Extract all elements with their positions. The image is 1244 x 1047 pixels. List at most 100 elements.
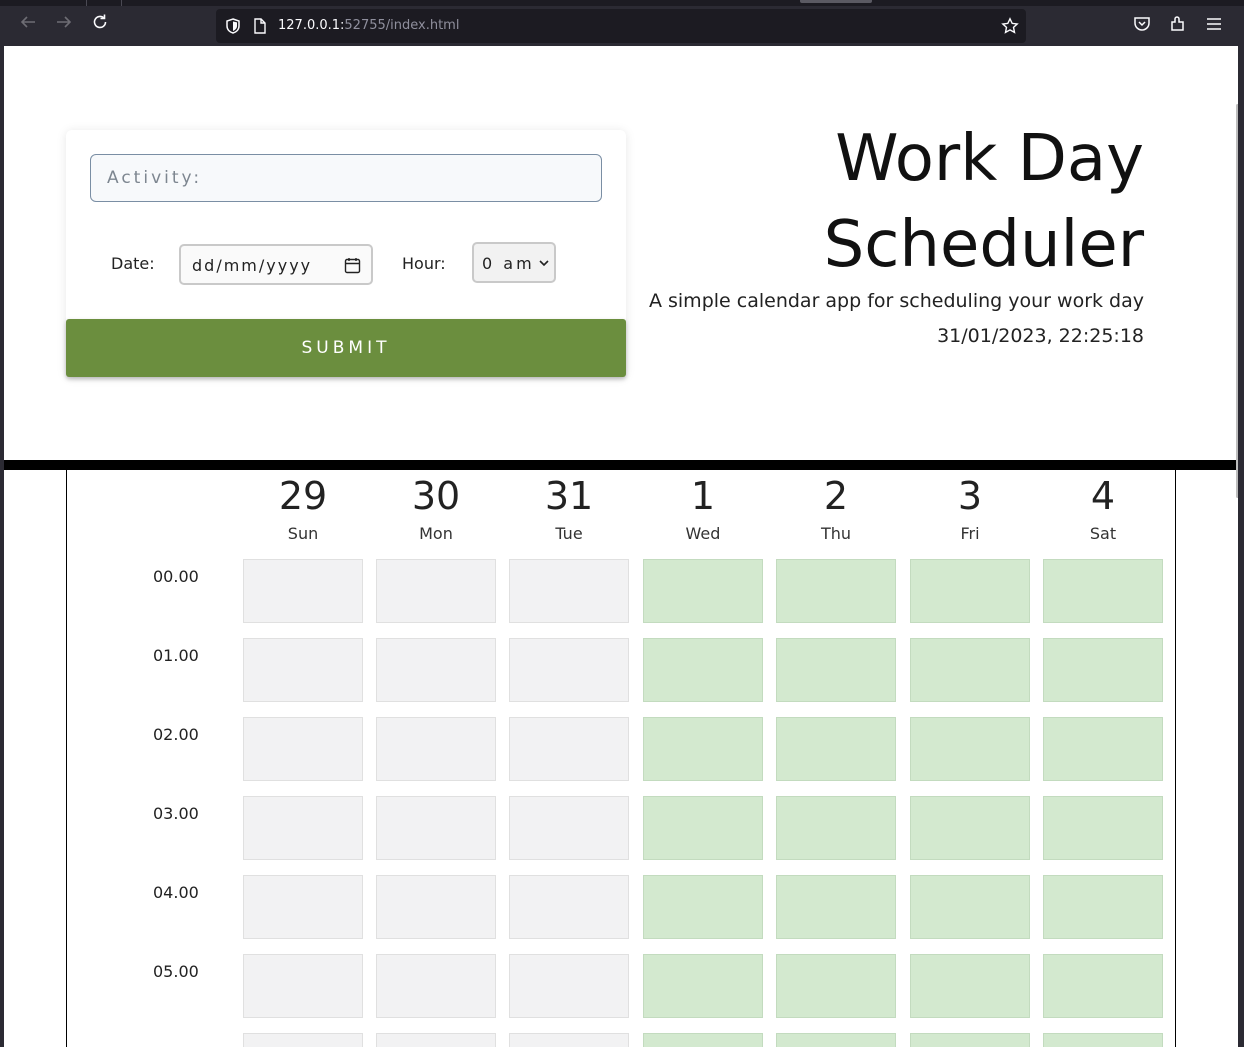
time-slot[interactable] [1043,796,1163,860]
time-slot[interactable] [243,638,363,702]
time-slot[interactable] [776,717,896,781]
time-slot[interactable] [376,1033,496,1047]
day-number: 1 [690,474,716,518]
time-slot[interactable] [776,954,896,1018]
time-slot[interactable] [643,875,763,939]
time-slot[interactable] [1043,638,1163,702]
hour-label: 04.00 [153,883,199,902]
time-slot[interactable] [776,638,896,702]
date-input[interactable]: dd/mm/yyyy [179,244,373,285]
time-slot[interactable] [910,638,1030,702]
time-slot[interactable] [243,1033,363,1047]
current-datetime: 31/01/2023, 22:25:18 [937,325,1144,347]
day-number: 29 [278,474,328,518]
time-slot[interactable] [376,559,496,623]
hour-value: 0 am [482,254,535,273]
time-slot[interactable] [910,717,1030,781]
page-icon[interactable] [251,17,269,35]
day-name: Tue [555,524,583,543]
time-slot[interactable] [643,717,763,781]
day-header: 4 Sat [1043,470,1163,546]
day-name: Fri [960,524,980,543]
time-slot[interactable] [509,954,629,1018]
day-name: Thu [820,524,852,543]
time-slot[interactable] [910,954,1030,1018]
time-slot[interactable] [243,717,363,781]
time-slot[interactable] [910,875,1030,939]
time-slot[interactable] [376,875,496,939]
time-slot[interactable] [509,875,629,939]
time-slot[interactable] [1043,954,1163,1018]
tab-separator [86,0,87,6]
vertical-scrollbar[interactable] [1236,104,1238,498]
time-slot[interactable] [910,559,1030,623]
time-slot[interactable] [776,1033,896,1047]
time-slot[interactable] [643,796,763,860]
activity-form: Date: dd/mm/yyyy Hour: 0 am SUBMIT [66,130,626,377]
shield-icon[interactable] [224,17,242,35]
hour-label: 00.00 [153,567,199,586]
hour-label: 05.00 [153,962,199,981]
url-host: 127.0.0.1: [278,18,345,33]
time-slot[interactable] [376,717,496,781]
day-name: Mon [419,524,453,543]
title-line-1: Work Day [835,122,1144,196]
time-slot[interactable] [376,638,496,702]
day-header: 3 Fri [910,470,1030,546]
time-slot[interactable] [1043,717,1163,781]
hour-label: 03.00 [153,804,199,823]
time-slot[interactable] [1043,1033,1163,1047]
day-name: Wed [685,524,721,543]
activity-input[interactable] [90,154,602,202]
url-bar[interactable]: 127.0.0.1:52755/index.html [216,9,1026,43]
time-slot[interactable] [643,638,763,702]
back-button[interactable] [16,13,40,37]
submit-button[interactable]: SUBMIT [66,319,626,377]
arrow-right-icon [57,16,72,28]
url-text[interactable]: 127.0.0.1:52755/index.html [278,17,459,35]
day-header: 30 Mon [376,470,496,546]
day-header: 1 Wed [643,470,763,546]
arrow-left-icon [20,16,35,28]
calendar-icon[interactable] [344,257,361,274]
time-slot[interactable] [910,796,1030,860]
time-slot[interactable] [776,559,896,623]
tab-separator [121,0,122,6]
day-number: 3 [957,474,983,518]
time-slot[interactable] [509,1033,629,1047]
time-slot[interactable] [643,1033,763,1047]
active-tab-indicator[interactable] [800,0,872,3]
time-slot[interactable] [376,796,496,860]
day-header: 2 Thu [776,470,896,546]
browser-toolbar: 127.0.0.1:52755/index.html [0,0,1244,46]
time-slot[interactable] [910,1033,1030,1047]
hour-select[interactable]: 0 am [472,242,556,283]
time-slot[interactable] [776,875,896,939]
time-slot[interactable] [243,954,363,1018]
reload-button[interactable] [88,13,112,37]
time-slot[interactable] [643,954,763,1018]
extensions-icon[interactable] [1169,15,1187,33]
hour-label: Hour: [402,254,446,273]
time-slot[interactable] [643,559,763,623]
time-slot[interactable] [509,796,629,860]
time-slot[interactable] [509,638,629,702]
pocket-icon[interactable] [1133,15,1151,33]
time-slot[interactable] [776,796,896,860]
time-slot[interactable] [1043,875,1163,939]
day-header: 29 Sun [243,470,363,546]
bookmark-star-icon[interactable] [1001,17,1019,35]
menu-hamburger-icon[interactable] [1205,15,1223,33]
time-slot[interactable] [1043,559,1163,623]
time-slot[interactable] [243,559,363,623]
time-slot[interactable] [243,796,363,860]
day-number: 30 [411,474,461,518]
time-slot[interactable] [243,875,363,939]
title-line-2: Scheduler [823,208,1144,282]
page-title: Work Day Scheduler [664,116,1144,288]
forward-button[interactable] [52,13,76,37]
time-slot[interactable] [509,559,629,623]
day-header: 31 Tue [509,470,629,546]
time-slot[interactable] [509,717,629,781]
time-slot[interactable] [376,954,496,1018]
